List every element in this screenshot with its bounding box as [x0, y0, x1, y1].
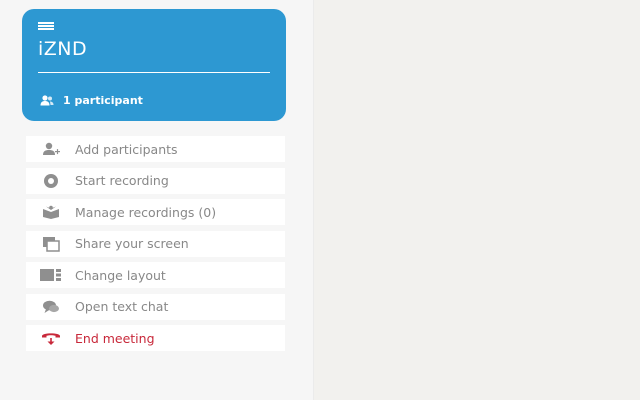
hamburger-menu-icon[interactable]	[38, 22, 54, 30]
start-recording-label: Start recording	[75, 173, 169, 188]
record-icon	[26, 168, 75, 194]
header-divider	[38, 72, 270, 73]
main-content-area	[314, 0, 640, 400]
layout-icon	[26, 262, 75, 288]
share-screen-label: Share your screen	[75, 236, 189, 251]
meeting-header-card: iZND 1 participant	[22, 9, 286, 121]
open-text-chat-button[interactable]: Open text chat	[26, 293, 285, 320]
end-meeting-label: End meeting	[75, 330, 155, 346]
change-layout-button[interactable]: Change layout	[26, 262, 285, 288]
participants-count[interactable]: 1 participant	[40, 94, 143, 107]
chat-bubbles-icon	[26, 294, 75, 320]
hang-up-phone-icon	[26, 325, 75, 351]
screen-share-icon	[26, 231, 75, 257]
end-meeting-button[interactable]: End meeting	[26, 325, 285, 351]
manage-recordings-button[interactable]: Manage recordings (0)	[26, 199, 285, 225]
start-recording-button[interactable]: Start recording	[26, 167, 285, 194]
meeting-actions-list: Add participants Start recording Manage …	[26, 136, 285, 357]
participants-icon	[40, 95, 54, 106]
share-screen-button[interactable]: Share your screen	[26, 230, 285, 257]
add-user-icon	[26, 136, 75, 162]
open-text-chat-label: Open text chat	[75, 299, 169, 314]
sidebar: iZND 1 participant Add participants Star…	[0, 0, 314, 400]
room-title: iZND	[38, 38, 88, 60]
add-participants-button[interactable]: Add participants	[26, 136, 285, 162]
manage-recordings-label: Manage recordings (0)	[75, 204, 217, 220]
add-participants-label: Add participants	[75, 141, 178, 157]
participants-label: 1 participant	[63, 94, 143, 107]
recordings-box-icon	[26, 199, 75, 225]
change-layout-label: Change layout	[75, 267, 166, 283]
